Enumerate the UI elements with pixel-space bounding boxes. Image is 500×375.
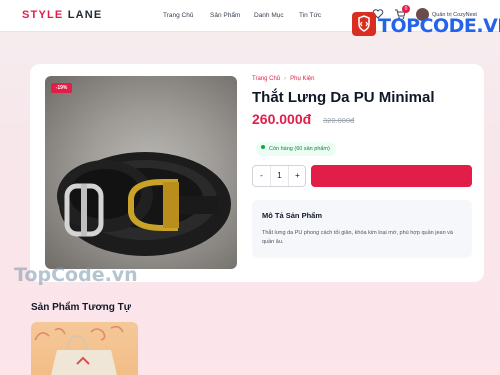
quantity-input[interactable]: 1 xyxy=(270,166,289,186)
quantity-decrease-button[interactable]: - xyxy=(253,166,270,186)
breadcrumb: Trang Chủ › Phụ Kiện xyxy=(252,76,314,82)
similar-product-thumbnail[interactable] xyxy=(31,322,138,375)
quantity-stepper: - 1 + xyxy=(252,165,306,187)
stock-status: Còn hàng (60 sản phẩm) xyxy=(256,142,336,156)
similar-products-title: Sản Phẩm Tương Tự xyxy=(31,302,131,313)
stock-text: Còn hàng (60 sản phẩm) xyxy=(269,146,330,152)
nav-home[interactable]: Trang Chủ xyxy=(163,12,193,19)
breadcrumb-separator-icon: › xyxy=(284,76,287,82)
quantity-increase-button[interactable]: + xyxy=(289,166,306,186)
description-title: Mô Tả Sản Phẩm xyxy=(262,211,323,220)
breadcrumb-category[interactable]: Phụ Kiện xyxy=(290,76,314,82)
sale-badge: -19% xyxy=(51,83,72,93)
add-to-cart-button[interactable] xyxy=(311,165,472,187)
stock-dot-icon xyxy=(261,145,265,149)
product-title: Thắt Lưng Da PU Minimal xyxy=(252,89,435,106)
watermark-logo-icon xyxy=(352,12,376,36)
description-box: Mô Tả Sản Phẩm Thắt lưng da PU phong các… xyxy=(252,200,472,258)
nav-news[interactable]: Tin Tức xyxy=(299,12,321,19)
description-text: Thắt lưng da PU phong cách tối giản, khó… xyxy=(262,230,453,245)
product-price: 260.000đ xyxy=(252,111,312,127)
watermark-top-text: TOPCODE.VN xyxy=(378,15,500,37)
product-image[interactable] xyxy=(45,76,237,269)
watermark-top: TOPCODE.VN xyxy=(352,12,500,38)
product-old-price: 320.000đ xyxy=(323,116,355,125)
breadcrumb-home[interactable]: Trang Chủ xyxy=(252,76,280,82)
nav-products[interactable]: Sản Phẩm xyxy=(210,12,240,19)
watermark-bottom: TopCode.vn xyxy=(14,264,138,286)
nav-categories[interactable]: Danh Mục xyxy=(254,12,284,19)
